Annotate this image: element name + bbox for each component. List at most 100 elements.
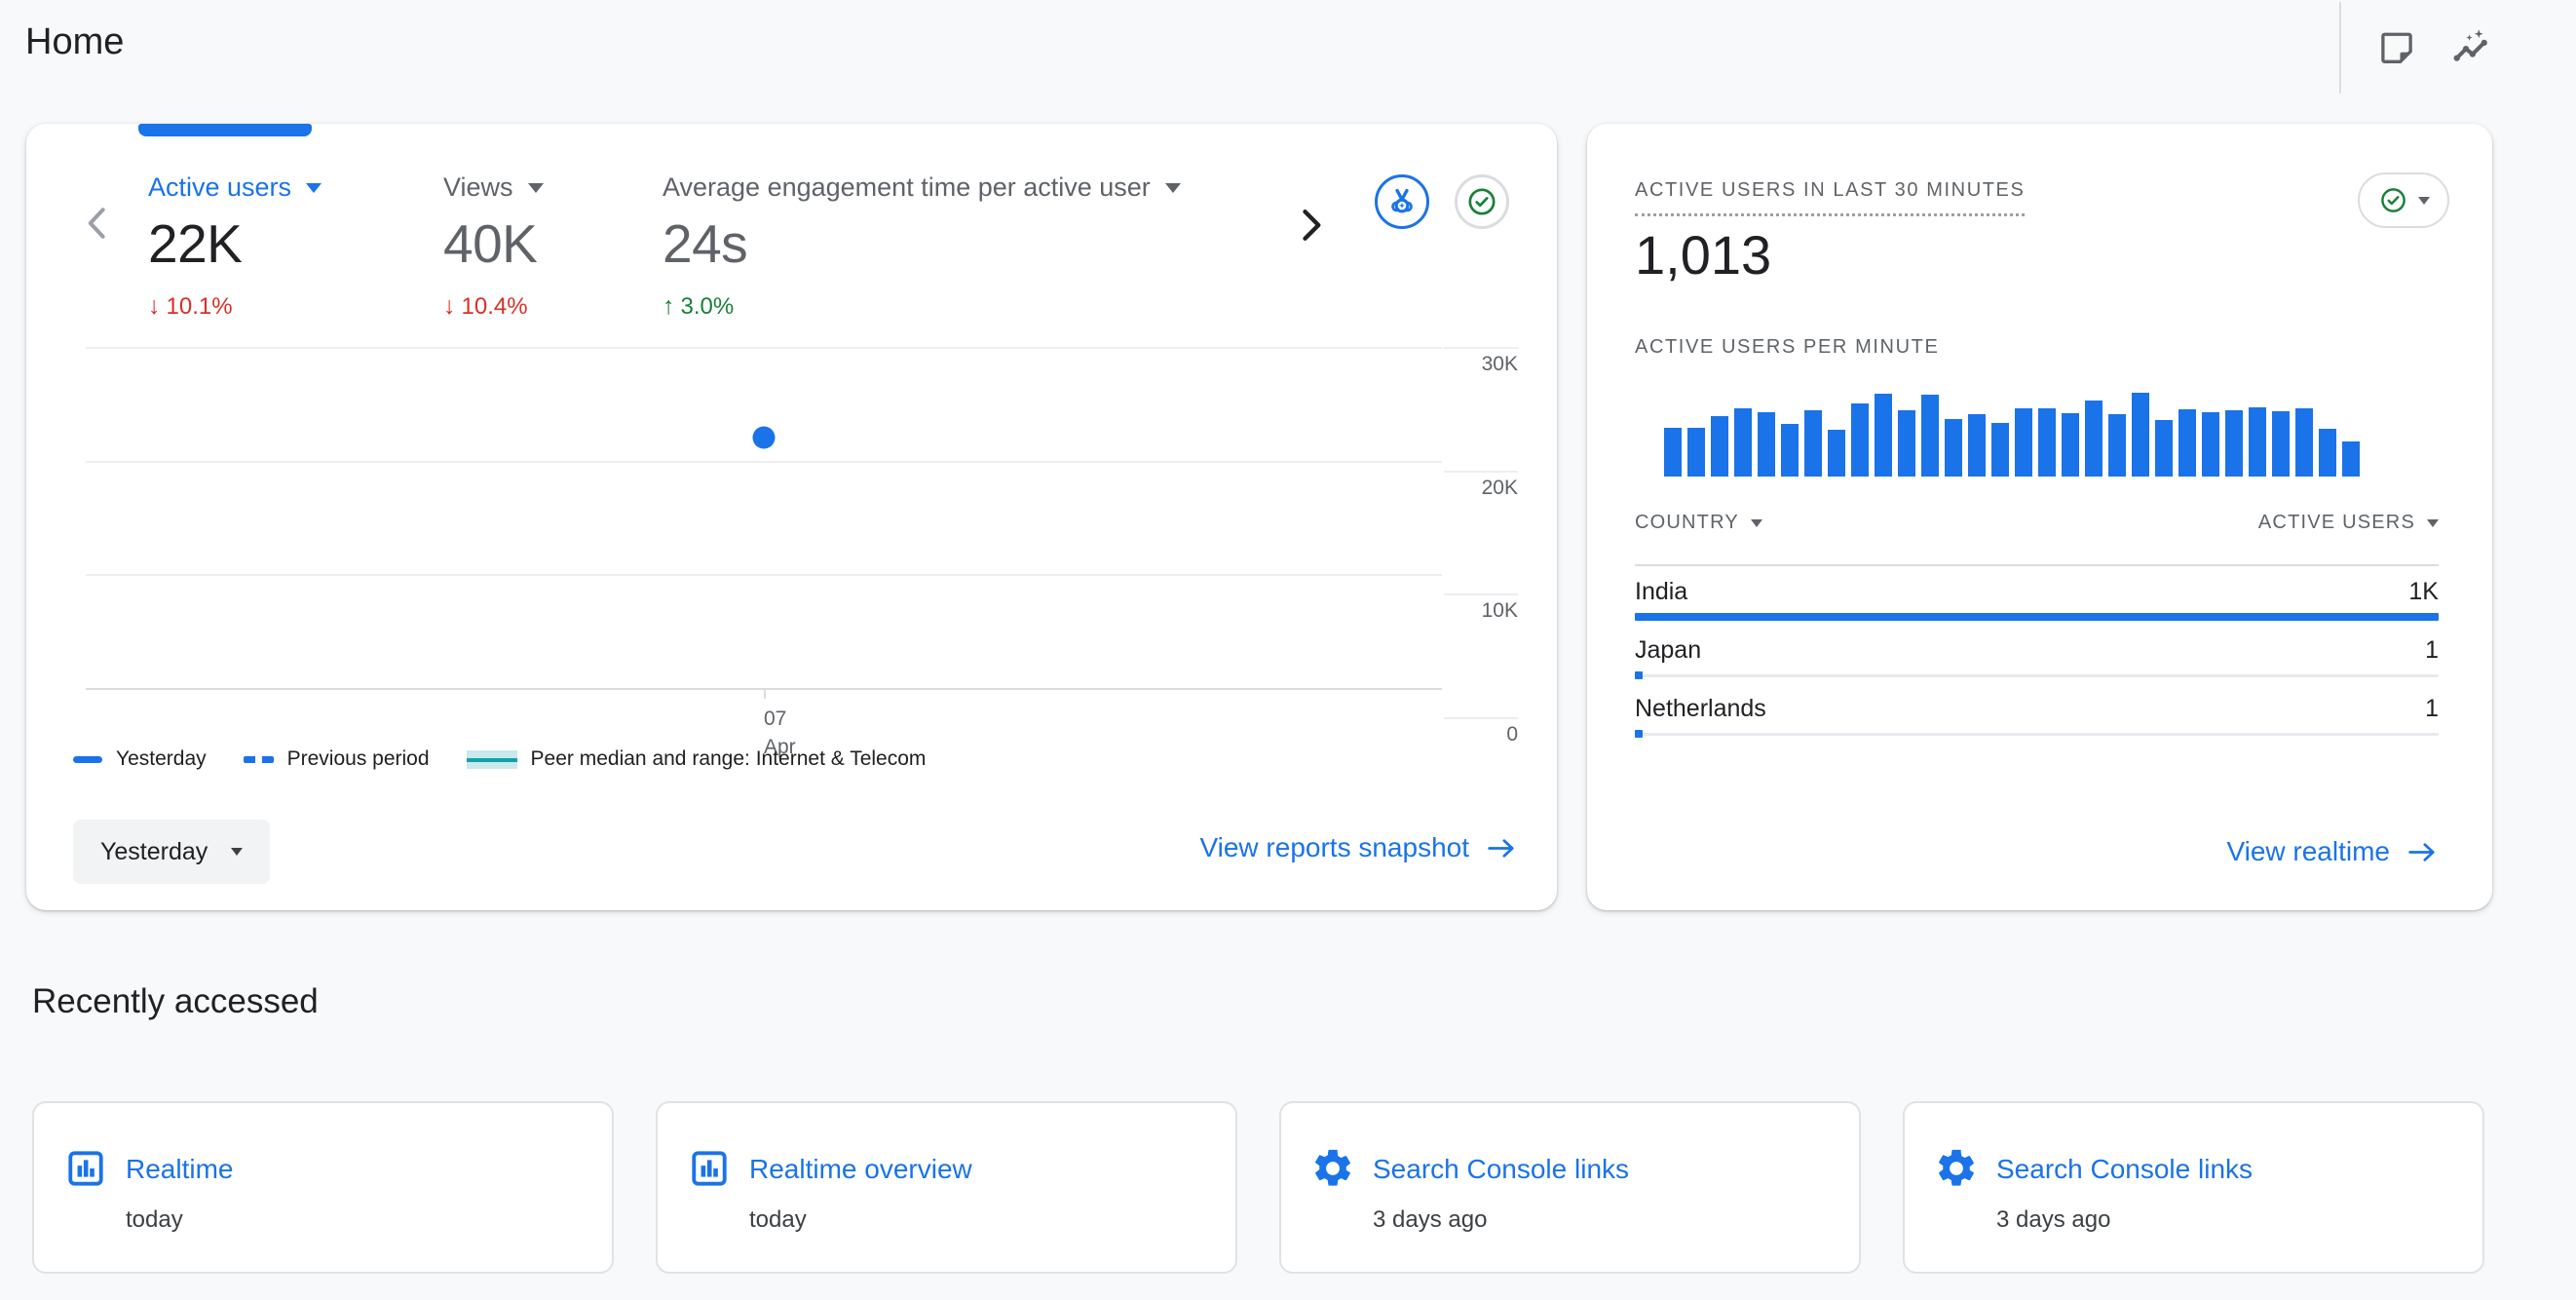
country-bar xyxy=(1635,613,2439,621)
minute-bar xyxy=(1875,394,1892,477)
active-users-column-header[interactable]: ACTIVE USERS xyxy=(2258,512,2439,534)
country-name: Japan xyxy=(1635,636,1701,665)
delta-percent: 3.0% xyxy=(681,293,735,321)
chevron-down-icon xyxy=(306,183,322,193)
minute-bar xyxy=(1781,424,1799,477)
country-table: India 1K Japan 1 Netherlands 1 xyxy=(1635,570,2439,746)
overview-plot: 07 Apr xyxy=(86,347,1442,688)
view-realtime-link[interactable]: View realtime xyxy=(2226,836,2439,867)
benchmark-medal-icon[interactable] xyxy=(1375,174,1429,229)
carousel-tab-indicator xyxy=(138,124,312,136)
metric-selector[interactable]: Average engagement time per active user xyxy=(663,172,1181,203)
country-bar-fill xyxy=(1635,613,2439,621)
y-axis-tick: 0 xyxy=(1444,717,1518,746)
overview-card: Active users 22K ↓ 10.1% Views 40K ↓ 10.… xyxy=(26,124,1557,910)
view-realtime-label: View realtime xyxy=(2226,836,2390,867)
country-bar-fill xyxy=(1635,671,1643,679)
active-users-count: 1,013 xyxy=(1635,223,1771,287)
recent-card-timestamp: 3 days ago xyxy=(1996,1206,2110,1234)
metric-label: Views xyxy=(443,172,513,203)
legend-label: Yesterday xyxy=(116,747,207,771)
minute-bar xyxy=(2319,429,2336,477)
recent-card-title[interactable]: Realtime xyxy=(126,1154,233,1185)
country-table-header: COUNTRY ACTIVE USERS xyxy=(1635,512,2439,534)
country-bar-track xyxy=(1635,674,2439,677)
minute-bar xyxy=(1968,414,1986,477)
metric-selector[interactable]: Active users xyxy=(148,172,443,203)
gridline xyxy=(86,347,1442,349)
yesterday-data-point[interactable] xyxy=(753,427,776,449)
recently-accessed-card[interactable]: Search Console links 3 days ago xyxy=(1279,1101,1861,1274)
legend-label: Previous period xyxy=(287,747,430,771)
recently-accessed-card[interactable]: Search Console links 3 days ago xyxy=(1903,1101,2484,1274)
gridline xyxy=(86,688,1442,690)
delta-arrow-icon: ↑ xyxy=(663,292,675,321)
country-active-users: 1K xyxy=(2408,578,2439,606)
table-row[interactable]: Netherlands 1 xyxy=(1635,687,2439,746)
minute-bar xyxy=(1851,403,1869,477)
y-axis-tick: 20K xyxy=(1444,471,1518,500)
chevron-left-icon xyxy=(77,202,120,245)
gear-icon xyxy=(1310,1146,1355,1191)
recent-card-timestamp: today xyxy=(749,1206,807,1234)
recent-card-title[interactable]: Search Console links xyxy=(1996,1154,2253,1185)
chart-legend: Yesterday Previous period Peer median an… xyxy=(73,747,926,771)
chevron-right-icon xyxy=(1289,204,1332,247)
metric-label: Average engagement time per active user xyxy=(663,172,1151,203)
note-icon[interactable] xyxy=(2374,25,2419,70)
check-circle-icon xyxy=(2378,185,2408,215)
delta-arrow-icon: ↓ xyxy=(443,292,456,321)
recently-accessed-card[interactable]: Realtime today xyxy=(32,1101,614,1274)
carousel-next-button[interactable] xyxy=(1289,204,1332,247)
y-axis-tick: 30K xyxy=(1444,347,1518,376)
view-reports-snapshot-link[interactable]: View reports snapshot xyxy=(1199,832,1518,863)
recent-card-title[interactable]: Search Console links xyxy=(1373,1154,1629,1185)
metric-column: Active users 22K ↓ 10.1% xyxy=(148,172,443,321)
country-name: Netherlands xyxy=(1635,695,1766,723)
country-active-users: 1 xyxy=(2425,636,2439,665)
x-tick-day: 07 xyxy=(764,705,796,733)
carousel-prev-button[interactable] xyxy=(77,202,120,245)
chevron-down-icon xyxy=(1751,519,1762,527)
country-column-label: COUNTRY xyxy=(1635,512,1739,534)
per-minute-label: ACTIVE USERS PER MINUTE xyxy=(1635,336,1939,359)
realtime-status-pill[interactable] xyxy=(2358,172,2449,228)
insights-icon[interactable] xyxy=(2448,25,2493,70)
realtime-card: ACTIVE USERS IN LAST 30 MINUTES 1,013 AC… xyxy=(1587,124,2492,910)
country-bar xyxy=(1635,671,2439,679)
minute-bar xyxy=(1687,428,1705,477)
minute-bar xyxy=(1711,416,1728,477)
delta-percent: 10.4% xyxy=(462,293,528,321)
view-reports-snapshot-label: View reports snapshot xyxy=(1199,832,1469,863)
delta-arrow-icon: ↓ xyxy=(148,292,161,321)
time-range-selector[interactable]: Yesterday xyxy=(73,820,270,884)
metric-selector[interactable]: Views xyxy=(443,172,663,203)
y-axis-tick: 10K xyxy=(1444,593,1518,623)
active-users-column-label: ACTIVE USERS xyxy=(2258,512,2415,534)
bar-chart-icon xyxy=(687,1146,732,1191)
table-row[interactable]: Japan 1 xyxy=(1635,629,2439,687)
country-name: India xyxy=(1635,578,1687,606)
minute-bar xyxy=(2108,414,2126,477)
chevron-down-icon xyxy=(231,848,243,856)
recently-accessed-card[interactable]: Realtime overview today xyxy=(656,1101,1237,1274)
metric-value: 22K xyxy=(148,212,443,275)
legend-marker-icon xyxy=(73,756,102,763)
minute-bar xyxy=(2272,411,2290,477)
country-column-header[interactable]: COUNTRY xyxy=(1635,512,1762,534)
arrow-right-icon xyxy=(1485,835,1518,861)
legend-item: Peer median and range: Internet & Teleco… xyxy=(467,747,927,771)
minute-bar xyxy=(1991,423,2009,477)
no-issues-check-icon[interactable] xyxy=(1455,174,1509,229)
y-tick-label: 30K xyxy=(1482,353,1518,375)
minute-bar xyxy=(1734,408,1752,477)
table-row[interactable]: India 1K xyxy=(1635,570,2439,629)
metric-column: Average engagement time per active user … xyxy=(663,172,1181,321)
recent-card-title[interactable]: Realtime overview xyxy=(749,1154,972,1185)
minute-bar xyxy=(1804,410,1822,477)
minute-bar xyxy=(2155,420,2173,477)
minute-bar xyxy=(1664,428,1682,477)
gear-icon xyxy=(1934,1146,1979,1191)
minute-bar xyxy=(2038,408,2056,477)
top-header: Home xyxy=(0,0,2576,97)
